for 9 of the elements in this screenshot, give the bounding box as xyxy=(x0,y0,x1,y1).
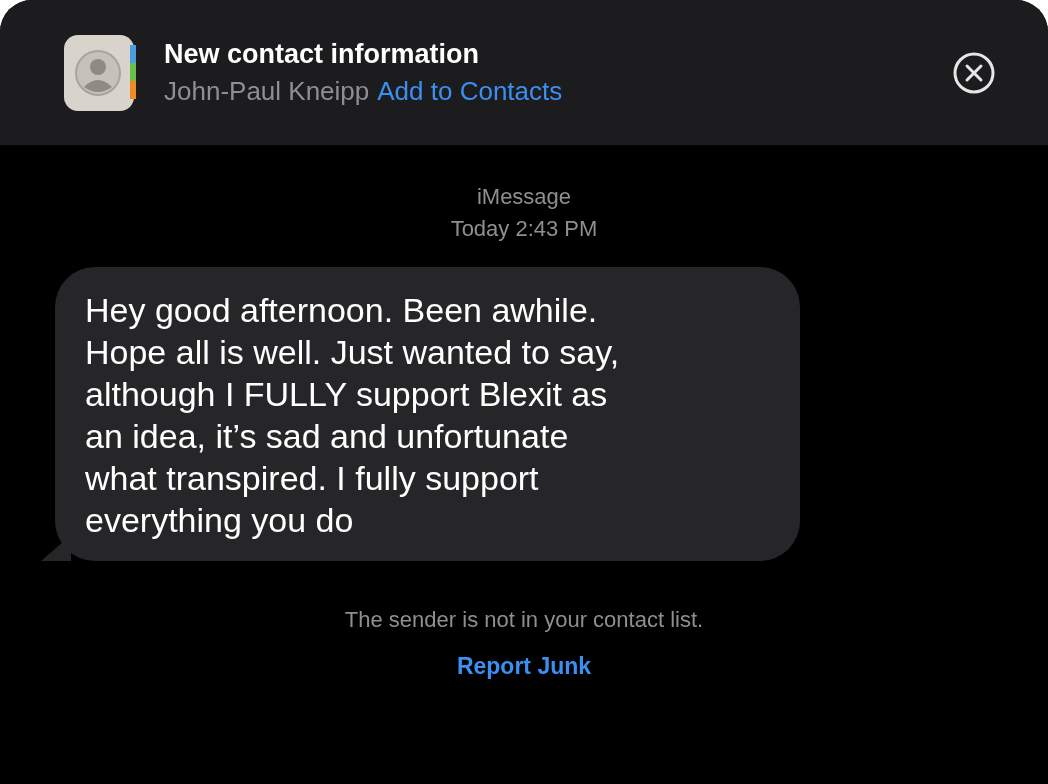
add-to-contacts-link[interactable]: Add to Contacts xyxy=(377,75,563,107)
close-icon[interactable] xyxy=(952,50,996,95)
contact-name: John-Paul Kneipp xyxy=(164,75,370,107)
report-junk-link[interactable]: Report Junk xyxy=(456,653,592,680)
service-label: iMessage xyxy=(476,183,572,211)
sender-notice: The sender is not in your contact list. xyxy=(344,607,704,633)
message-timestamp: Today 2:43 PM xyxy=(450,215,598,243)
contacts-book-icon xyxy=(64,34,138,111)
banner-title: New contact information xyxy=(164,38,481,70)
